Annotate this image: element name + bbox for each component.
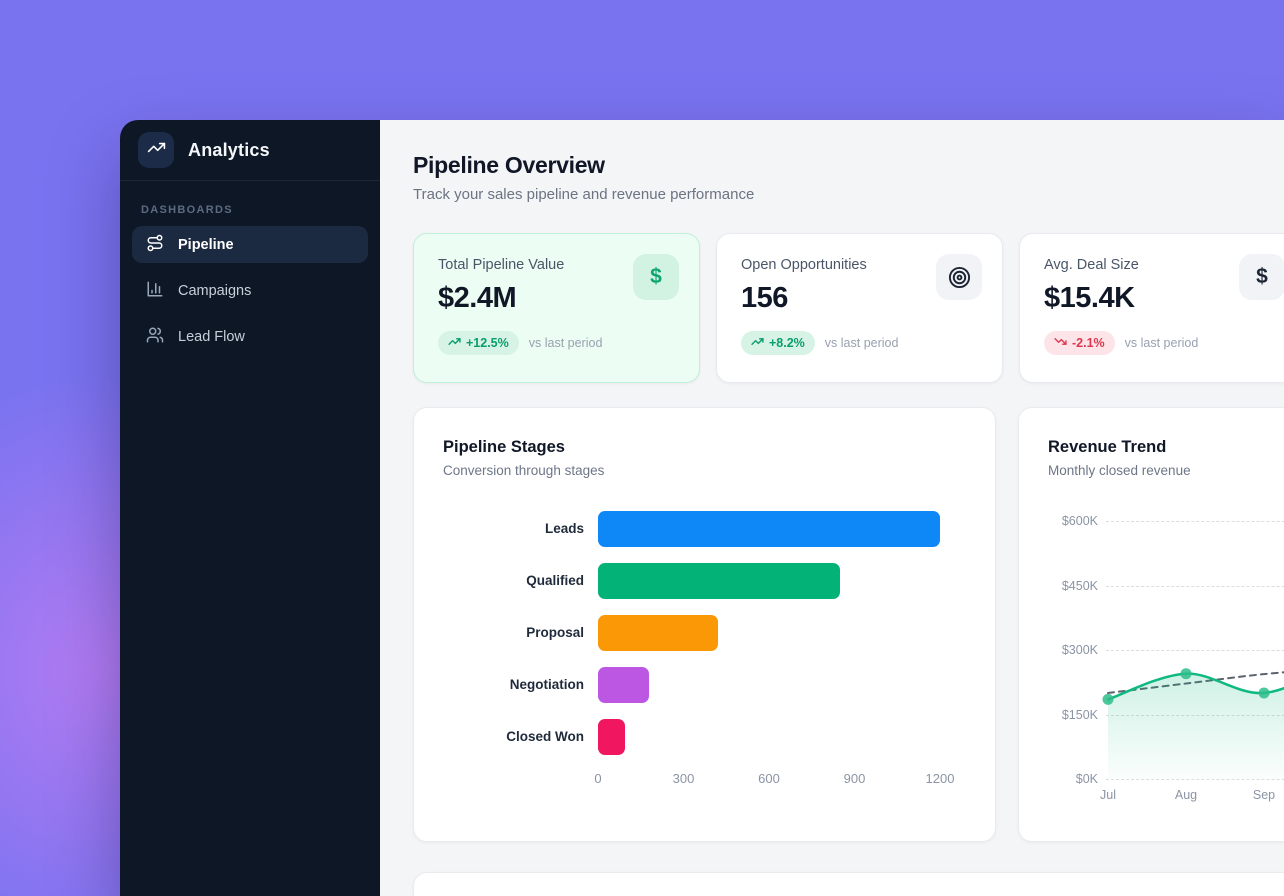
- sidebar-item-pipeline[interactable]: Pipeline: [132, 226, 368, 263]
- bar-row: Qualified: [443, 563, 966, 599]
- bar-row: Leads: [443, 511, 966, 547]
- page-title: Pipeline Overview: [413, 152, 1284, 179]
- x-axis-tick: 0: [594, 771, 601, 786]
- trending-down-icon: [1054, 335, 1067, 351]
- delta-badge: +8.2%: [741, 331, 815, 355]
- line-chart-canvas: [1102, 507, 1284, 812]
- kpi-card-total-pipeline-value: Total Pipeline Value $2.4M +12.5% vs las…: [413, 233, 700, 383]
- bar-row: Closed Won: [443, 719, 966, 755]
- kpi-card-open-opportunities: Open Opportunities 156 +8.2% vs last per…: [716, 233, 1003, 383]
- app-logo: [138, 132, 174, 168]
- bar-track: [598, 615, 940, 651]
- bar-negotiation: [598, 667, 649, 703]
- chart-subtitle: Monthly closed revenue: [1048, 463, 1284, 478]
- bar-category-label: Qualified: [443, 573, 598, 589]
- kpi-row: Total Pipeline Value $2.4M +12.5% vs las…: [413, 233, 1284, 383]
- y-axis-tick: $300K: [1048, 643, 1098, 657]
- revenue-line-chart: $600K$450K$300K$150K$0KJulAugSep: [1048, 507, 1284, 812]
- bar-category-label: Proposal: [443, 625, 598, 641]
- kpi-compare-label: vs last period: [1125, 336, 1199, 350]
- kpi-compare-label: vs last period: [825, 336, 899, 350]
- bar-qualified: [598, 563, 840, 599]
- chart-subtitle: Conversion through stages: [443, 463, 966, 478]
- trending-up-icon: [448, 335, 461, 351]
- bar-track: [598, 719, 940, 755]
- route-icon: [146, 234, 164, 256]
- x-axis-tick: 300: [673, 771, 695, 786]
- bar-row: Negotiation: [443, 667, 966, 703]
- kpi-card-avg-deal-size: Avg. Deal Size $15.4K -2.1% vs last peri…: [1019, 233, 1284, 383]
- sidebar-item-label: Pipeline: [178, 237, 234, 253]
- revenue-trend-card: Revenue Trend Monthly closed revenue $60…: [1018, 407, 1284, 842]
- x-axis-tick: 1200: [926, 771, 955, 786]
- sidebar-item-campaigns[interactable]: Campaigns: [132, 272, 368, 309]
- sidebar-section-label: DASHBOARDS: [141, 204, 380, 216]
- data-point-marker: [1181, 668, 1192, 679]
- bar-track: [598, 667, 940, 703]
- bar-category-label: Leads: [443, 521, 598, 537]
- trending-up-icon: [147, 138, 166, 162]
- x-axis-tick: 900: [844, 771, 866, 786]
- data-point-marker: [1103, 694, 1114, 705]
- bar-closed-won: [598, 719, 625, 755]
- sidebar-header: Analytics: [120, 120, 380, 181]
- target-icon: [936, 254, 982, 300]
- y-axis-tick: $150K: [1048, 708, 1098, 722]
- delta-badge: +12.5%: [438, 331, 519, 355]
- bar-proposal: [598, 615, 718, 651]
- dollar-icon: $: [633, 254, 679, 300]
- bar-track: [598, 511, 940, 547]
- app-title: Analytics: [188, 140, 270, 161]
- y-axis-tick: $0K: [1048, 772, 1098, 786]
- pipeline-stages-card: Pipeline Stages Conversion through stage…: [413, 407, 996, 842]
- chart-title: Pipeline Stages: [443, 438, 966, 457]
- app-window: Analytics DASHBOARDS Pipeline Campaigns: [120, 120, 1284, 896]
- revenue-area-fill: [1108, 661, 1284, 779]
- bar-chart-icon: [146, 280, 164, 302]
- main-content: Pipeline Overview Track your sales pipel…: [380, 120, 1284, 896]
- sidebar-item-lead-flow[interactable]: Lead Flow: [132, 318, 368, 355]
- sidebar: Analytics DASHBOARDS Pipeline Campaigns: [120, 120, 380, 896]
- page-subtitle: Track your sales pipeline and revenue pe…: [413, 186, 1284, 203]
- bar-row: Proposal: [443, 615, 966, 651]
- data-point-marker: [1259, 688, 1270, 699]
- bar-track: [598, 563, 940, 599]
- sidebar-item-label: Lead Flow: [178, 329, 245, 345]
- sidebar-item-label: Campaigns: [178, 283, 251, 299]
- bar-category-label: Closed Won: [443, 729, 598, 745]
- x-axis-tick: 600: [758, 771, 780, 786]
- bar-leads: [598, 511, 940, 547]
- partially-visible-card: [413, 872, 1284, 896]
- users-icon: [146, 326, 164, 348]
- delta-badge: -2.1%: [1044, 331, 1115, 355]
- dollar-icon: $: [1239, 254, 1284, 300]
- y-axis-tick: $450K: [1048, 579, 1098, 593]
- chart-title: Revenue Trend: [1048, 438, 1284, 457]
- charts-row: Pipeline Stages Conversion through stage…: [413, 407, 1284, 842]
- bar-chart-x-axis: 03006009001200: [598, 771, 940, 791]
- kpi-compare-label: vs last period: [529, 336, 603, 350]
- funnel-bar-chart: Leads Qualified Proposal Negotiation Closed …: [443, 511, 966, 755]
- bar-category-label: Negotiation: [443, 677, 598, 693]
- trending-up-icon: [751, 335, 764, 351]
- y-axis-tick: $600K: [1048, 514, 1098, 528]
